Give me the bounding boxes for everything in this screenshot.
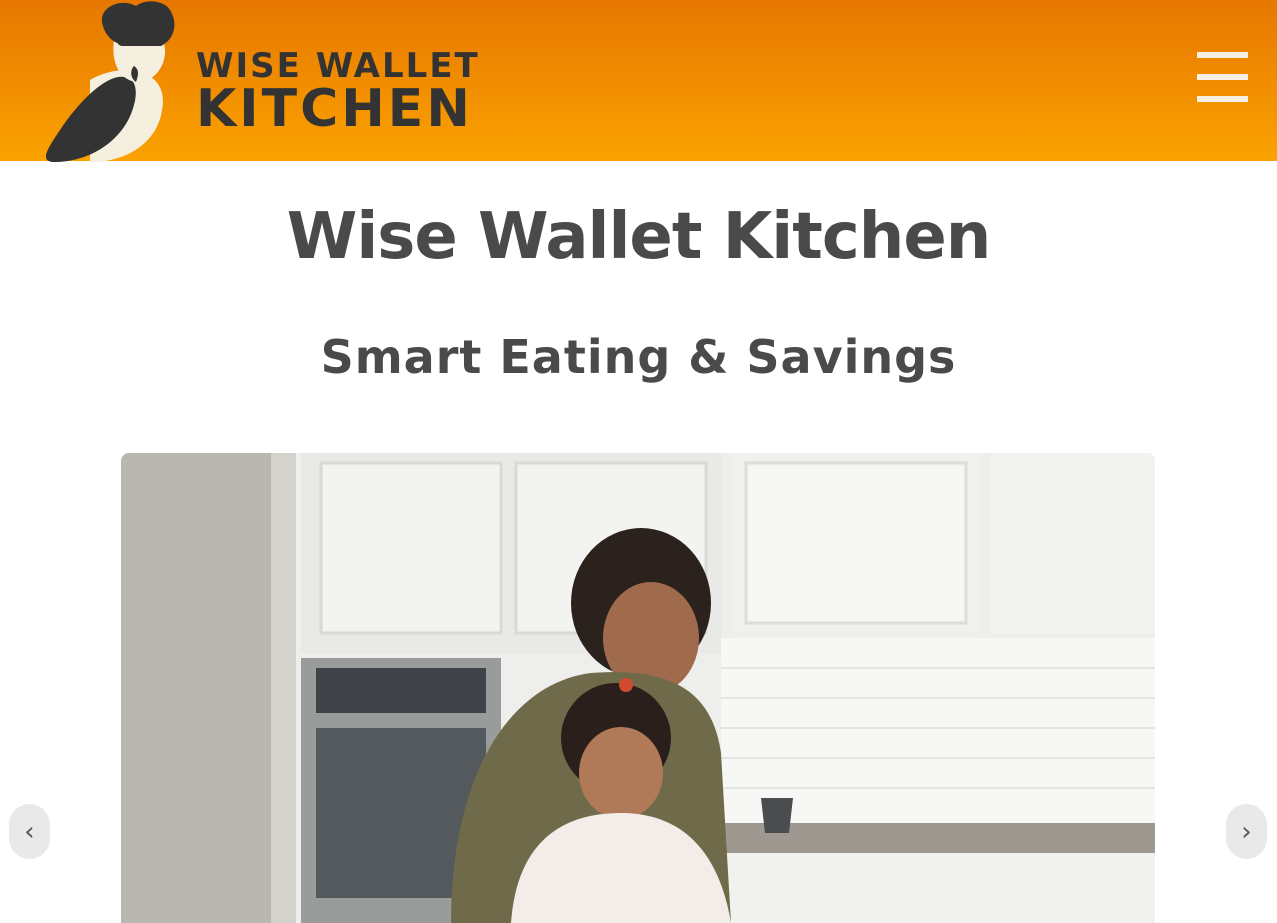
chef-bird-logo[interactable] (30, 0, 180, 165)
page-title: Wise Wallet Kitchen (286, 200, 992, 274)
menu-bar (1197, 74, 1248, 80)
page-subtitle: Smart Eating & Savings (320, 330, 957, 384)
carousel-next-button[interactable]: › (1226, 804, 1267, 859)
logo-wordmark[interactable]: WISE WALLET KITCHEN (196, 48, 480, 139)
carousel-slide-image (121, 453, 1155, 923)
carousel-prev-button[interactable]: ‹ (9, 804, 50, 859)
hamburger-menu-icon[interactable] (1195, 50, 1251, 108)
site-header: WISE WALLET KITCHEN (0, 0, 1277, 162)
menu-bar (1197, 52, 1248, 58)
logo-line-2: KITCHEN (196, 79, 473, 139)
menu-bar (1197, 96, 1248, 102)
